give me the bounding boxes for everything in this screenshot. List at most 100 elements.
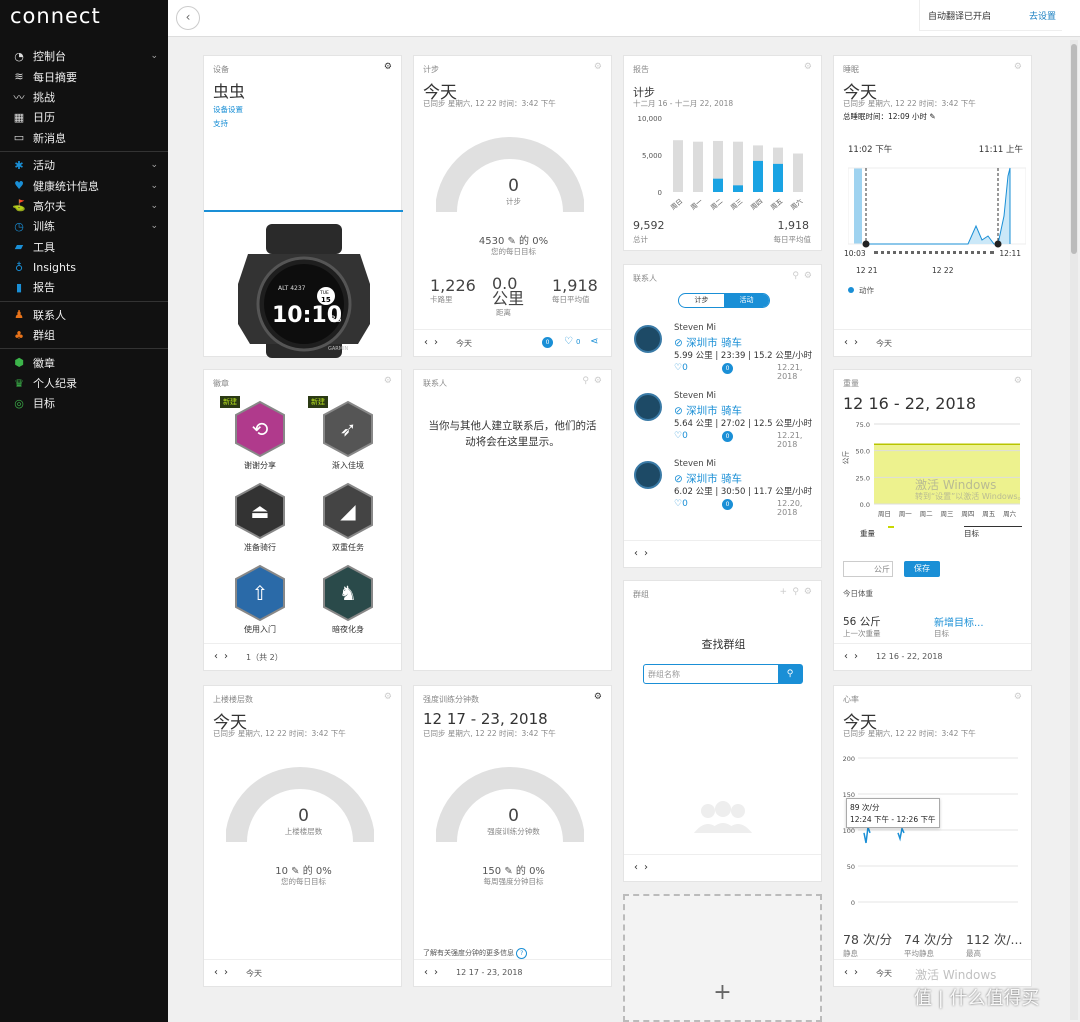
prev-next-arrows[interactable]: ‹› xyxy=(844,967,864,978)
comment-count[interactable]: 0 xyxy=(722,499,733,510)
sidebar-item-1[interactable]: ≋ 每日摘要 xyxy=(0,66,168,86)
comment-count[interactable]: 0 xyxy=(542,337,553,348)
sidebar-item-14[interactable]: ⬢ 徽章 xyxy=(0,352,168,372)
sidebar-item-3[interactable]: ▦ 日历 xyxy=(0,107,168,127)
prev-next-arrows[interactable]: ‹› xyxy=(214,967,234,978)
badge-item[interactable]: ◢ 双重任务 xyxy=(322,482,374,552)
weight-input[interactable]: 公斤 xyxy=(843,561,893,577)
comment-count[interactable]: 0 xyxy=(722,363,733,374)
badge-item[interactable]: ➶ 渐入佳境 新建 xyxy=(308,396,374,470)
comment-count[interactable]: 0 xyxy=(722,431,733,442)
sidebar-item-16[interactable]: ◎ 目标 xyxy=(0,393,168,413)
translate-settings-link[interactable]: 去设置 xyxy=(1029,9,1056,22)
chevron-down-icon[interactable]: ⌄ xyxy=(150,201,158,211)
chevron-down-icon[interactable]: ⌄ xyxy=(150,181,158,191)
intensity-goal[interactable]: 150 ✎ 的 0% xyxy=(414,862,613,877)
gear-icon[interactable]: ⚙ xyxy=(594,62,602,72)
avatar[interactable] xyxy=(634,325,662,353)
device-settings-link[interactable]: 设备设置 xyxy=(213,104,243,115)
help-icon[interactable]: ? xyxy=(516,948,528,959)
prev-next-arrows[interactable]: ‹› xyxy=(844,337,864,348)
search-icon[interactable]: ⚲ xyxy=(582,376,589,386)
goal-bar[interactable] xyxy=(673,140,683,192)
steps-bar[interactable] xyxy=(753,160,763,192)
like-icon[interactable]: ♡ xyxy=(564,336,573,347)
steps-goal[interactable]: 4530 ✎ 的 0% xyxy=(414,232,613,247)
prev-next-arrows[interactable]: ‹› xyxy=(634,862,654,873)
sidebar-item-12[interactable]: ♟ 联系人 xyxy=(0,305,168,325)
gear-icon[interactable]: ⚙ xyxy=(804,271,812,281)
connect-logo[interactable]: connect xyxy=(10,4,101,28)
group-search-input[interactable]: 群组名称 ⚲ xyxy=(643,664,803,684)
badge-item[interactable]: ⏏ 准备骑行 xyxy=(234,482,286,552)
steps-bar[interactable] xyxy=(773,163,783,192)
prev-next-arrows[interactable]: ‹› xyxy=(634,548,654,559)
contact-name[interactable]: Steven Mi xyxy=(674,391,716,401)
goal-bar[interactable] xyxy=(733,141,743,192)
badge-item[interactable]: ⟲ 谢谢分享 新建 xyxy=(220,396,286,470)
scrollbar-thumb[interactable] xyxy=(1071,44,1077,254)
sidebar-item-11[interactable]: ▮ 报告 xyxy=(0,277,168,297)
prev-next-arrows[interactable]: ‹› xyxy=(214,651,234,662)
sidebar-item-10[interactable]: ♁ Insights xyxy=(0,257,168,277)
gear-icon[interactable]: ⚙ xyxy=(804,62,812,72)
prev-next-arrows[interactable]: ‹› xyxy=(424,337,444,348)
avatar[interactable] xyxy=(634,393,662,421)
like-icon[interactable]: ♡0 xyxy=(674,363,688,373)
sidebar-item-0[interactable]: ◔ 控制台 ⌄ xyxy=(0,46,168,66)
gear-icon[interactable]: ⚙ xyxy=(594,692,602,702)
tab-activities[interactable]: 活动 xyxy=(724,294,769,307)
scrollbar[interactable] xyxy=(1070,40,1078,1020)
back-button[interactable]: ‹ xyxy=(176,6,200,30)
gear-icon[interactable]: ⚙ xyxy=(804,587,812,597)
contact-name[interactable]: Steven Mi xyxy=(674,459,716,469)
sidebar-item-5[interactable]: ✱ 活动 ⌄ xyxy=(0,155,168,175)
prev-next-arrows[interactable]: ‹› xyxy=(424,967,444,978)
sidebar-item-7[interactable]: ⛳ 高尔夫 ⌄ xyxy=(0,196,168,216)
search-icon[interactable]: ⚲ xyxy=(778,665,802,683)
steps-bar[interactable] xyxy=(713,178,723,192)
gear-icon[interactable]: ⚙ xyxy=(594,376,602,386)
prev-next-arrows[interactable]: ‹› xyxy=(844,651,864,662)
steps-bar[interactable] xyxy=(733,185,743,192)
chevron-down-icon[interactable]: ⌄ xyxy=(150,221,158,231)
activity-link[interactable]: ⊘ 深圳市 骑车 xyxy=(674,403,742,418)
chevron-down-icon[interactable]: ⌄ xyxy=(150,160,158,170)
badge-item[interactable]: ⇧ 使用入门 xyxy=(234,564,286,634)
sidebar-item-4[interactable]: ▭ 新消息 xyxy=(0,128,168,148)
sidebar-item-2[interactable]: 〰挑战 xyxy=(0,87,168,107)
sidebar-item-8[interactable]: ◷ 训练 ⌄ xyxy=(0,216,168,236)
gear-icon[interactable]: ⚙ xyxy=(384,62,392,72)
search-icon[interactable]: ⚲ xyxy=(792,587,799,597)
activity-link[interactable]: ⊘ 深圳市 骑车 xyxy=(674,335,742,350)
activity-link[interactable]: ⊘ 深圳市 骑车 xyxy=(674,471,742,486)
save-button[interactable]: 保存 xyxy=(904,561,940,577)
contact-name[interactable]: Steven Mi xyxy=(674,323,716,333)
gear-icon[interactable]: ⚙ xyxy=(1014,692,1022,702)
chevron-down-icon[interactable]: ⌄ xyxy=(150,51,158,61)
support-link[interactable]: 支持 xyxy=(213,118,228,129)
gear-icon[interactable]: ⚙ xyxy=(384,692,392,702)
like-icon[interactable]: ♡0 xyxy=(674,431,688,441)
like-icon[interactable]: ♡0 xyxy=(674,499,688,509)
tab-steps[interactable]: 计步 xyxy=(679,294,724,307)
sidebar-item-13[interactable]: ♣ 群组 xyxy=(0,325,168,345)
gear-icon[interactable]: ⚙ xyxy=(1014,376,1022,386)
gear-icon[interactable]: ⚙ xyxy=(1014,62,1022,72)
floors-value: 0 xyxy=(298,806,309,826)
floors-goal[interactable]: 10 ✎ 的 0% xyxy=(204,862,403,877)
sidebar-item-9[interactable]: ▰ 工具 xyxy=(0,237,168,257)
goal-bar[interactable] xyxy=(793,153,803,192)
plus-icon[interactable]: + xyxy=(779,587,787,597)
avatar[interactable] xyxy=(634,461,662,489)
sidebar-item-6[interactable]: ♥ 健康统计信息 ⌄ xyxy=(0,175,168,195)
add-goal-link[interactable]: 新增目标... xyxy=(934,614,984,629)
add-card-button[interactable]: + xyxy=(623,894,822,1022)
sidebar-item-15[interactable]: ♛ 个人纪录 xyxy=(0,373,168,393)
share-icon[interactable]: ⋖ xyxy=(590,336,598,347)
learn-more-link[interactable]: 了解有关强度分钟的更多信息 ? xyxy=(423,948,528,959)
badge-item[interactable]: ♞ 暗夜化身 xyxy=(322,564,374,634)
gear-icon[interactable]: ⚙ xyxy=(384,376,392,386)
search-icon[interactable]: ⚲ xyxy=(792,271,799,281)
goal-bar[interactable] xyxy=(693,141,703,192)
